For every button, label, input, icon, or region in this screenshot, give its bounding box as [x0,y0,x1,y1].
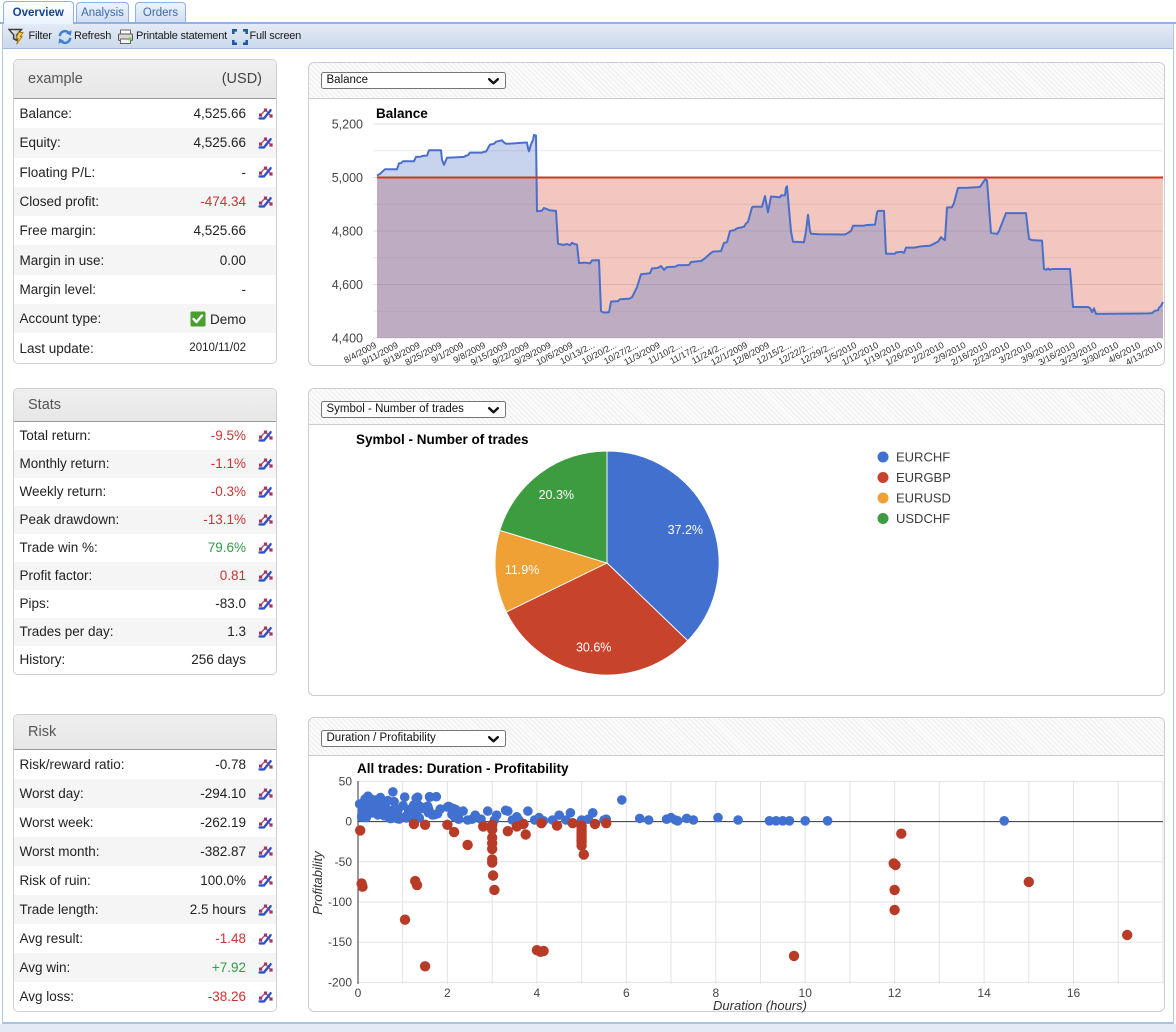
svg-text:20.3%: 20.3% [539,488,574,502]
svg-text:Symbol - Number of trades: Symbol - Number of trades [356,432,529,447]
svg-text:All trades: Duration - Profita: All trades: Duration - Profitability [357,761,569,776]
svg-text:14: 14 [977,986,991,1000]
svg-text:Balance: Balance [376,106,428,121]
svg-text:37.2%: 37.2% [668,523,703,537]
svg-text:-50: -50 [335,855,353,869]
svg-text:4,800: 4,800 [332,225,363,239]
svg-text:5,000: 5,000 [332,171,363,185]
svg-text:50: 50 [339,774,353,788]
svg-text:4: 4 [534,986,541,1000]
svg-text:30.6%: 30.6% [576,641,611,655]
svg-text:EURCHF: EURCHF [896,450,950,465]
svg-text:0: 0 [345,815,352,829]
svg-text:-100: -100 [328,895,352,909]
svg-text:5,200: 5,200 [332,118,363,132]
svg-text:2: 2 [444,986,451,1000]
svg-text:0: 0 [355,986,362,1000]
svg-text:Duration (hours): Duration (hours) [713,998,807,1013]
svg-text:11.9%: 11.9% [505,563,540,577]
svg-text:-200: -200 [328,975,352,989]
svg-text:4,600: 4,600 [332,278,363,292]
svg-text:USDCHF: USDCHF [896,511,950,526]
svg-text:-150: -150 [328,935,352,949]
svg-text:4,400: 4,400 [332,332,363,346]
svg-text:Profitability: Profitability [310,850,325,915]
svg-text:6: 6 [623,986,630,1000]
svg-text:EURUSD: EURUSD [896,491,951,506]
svg-text:EURGBP: EURGBP [896,470,951,485]
svg-text:16: 16 [1067,986,1081,1000]
svg-text:12: 12 [888,986,902,1000]
